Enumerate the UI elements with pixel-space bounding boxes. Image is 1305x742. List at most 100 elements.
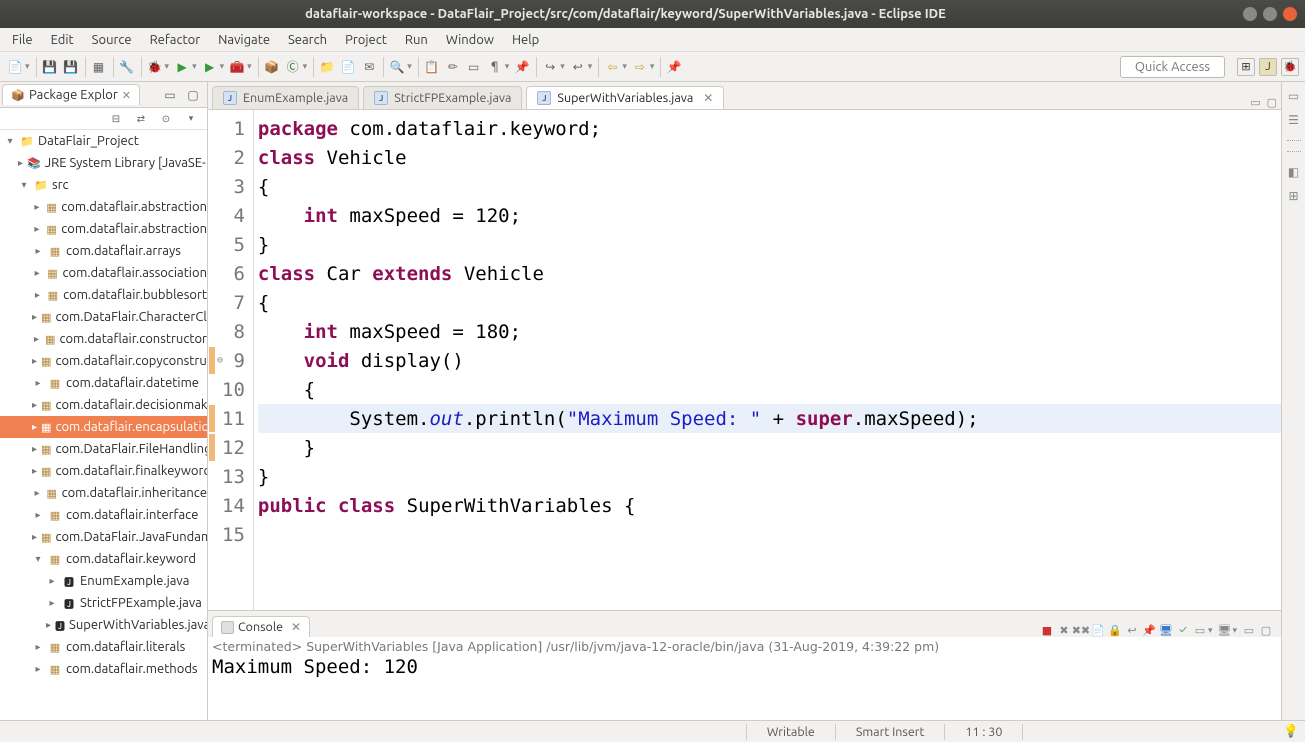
- terminate-icon[interactable]: ■: [1040, 623, 1054, 637]
- menu-run[interactable]: Run: [397, 31, 436, 49]
- external-tools-icon[interactable]: 🧰: [228, 58, 246, 76]
- new-folder-icon[interactable]: 📁: [318, 58, 336, 76]
- focus-icon[interactable]: ⊙: [157, 110, 175, 128]
- minimize-button[interactable]: [1243, 7, 1257, 21]
- tree-package[interactable]: ▸com.dataflair.interface: [0, 504, 207, 526]
- tree-package[interactable]: ▸com.dataflair.decisionmaking: [0, 394, 207, 416]
- package-explorer-tab[interactable]: 📦 Package Explor ✕: [2, 84, 140, 105]
- code-line[interactable]: class Vehicle: [258, 143, 1281, 172]
- java-perspective-button[interactable]: J: [1259, 58, 1277, 76]
- maximize-editor-icon[interactable]: ▢: [1267, 96, 1277, 109]
- tree-package[interactable]: ▸com.dataflair.datetime: [0, 372, 207, 394]
- tree-java-file[interactable]: ▸EnumExample.java: [0, 570, 207, 592]
- code-body[interactable]: package com.dataflair.keyword;class Vehi…: [254, 110, 1281, 610]
- console-dropdown-icon[interactable]: 🖥: [1217, 623, 1231, 637]
- code-line[interactable]: int maxSpeed = 120;: [258, 201, 1281, 230]
- tree-package[interactable]: ▸com.dataflair.bubblesort: [0, 284, 207, 306]
- toggle-breadcrumb-icon[interactable]: 📋: [423, 58, 441, 76]
- tree-package[interactable]: ▸com.dataflair.association: [0, 262, 207, 284]
- tree-jre[interactable]: ▸JRE System Library [JavaSE-12]: [0, 152, 207, 174]
- menu-refactor[interactable]: Refactor: [142, 31, 209, 49]
- remove-launch-icon[interactable]: ✖: [1057, 623, 1071, 637]
- menu-navigate[interactable]: Navigate: [210, 31, 278, 49]
- menu-search[interactable]: Search: [280, 31, 335, 49]
- run-icon[interactable]: ▶: [173, 58, 191, 76]
- code-line[interactable]: }: [258, 462, 1281, 491]
- tree-package[interactable]: ▸com.dataflair.constructor: [0, 328, 207, 350]
- tree-src[interactable]: ▾src: [0, 174, 207, 196]
- code-line[interactable]: [258, 520, 1281, 549]
- show-whitespace-icon[interactable]: ¶: [486, 58, 504, 76]
- display-icon[interactable]: 🖥: [1159, 623, 1173, 637]
- next-annotation-icon[interactable]: ↪: [541, 58, 559, 76]
- build-icon[interactable]: 🔧: [118, 58, 136, 76]
- close-button[interactable]: [1283, 7, 1297, 21]
- tree-package[interactable]: ▾com.dataflair.keyword: [0, 548, 207, 570]
- new-class-icon[interactable]: Ⓒ: [284, 58, 302, 76]
- scroll-lock-icon[interactable]: 🔒: [1108, 623, 1122, 637]
- console-tab[interactable]: Console ✕: [212, 616, 310, 637]
- close-console-icon[interactable]: ✕: [291, 620, 301, 634]
- forward-icon[interactable]: ⇨: [631, 58, 649, 76]
- link-editor-icon[interactable]: ⇄: [132, 110, 150, 128]
- remove-all-icon[interactable]: ✖✖: [1074, 623, 1088, 637]
- tree-package[interactable]: ▸com.dataflair.literals: [0, 636, 207, 658]
- new-console-icon[interactable]: ▭: [1193, 623, 1207, 637]
- back-icon[interactable]: ⇦: [603, 58, 621, 76]
- clear-console-icon[interactable]: 📄: [1091, 623, 1105, 637]
- code-line[interactable]: {: [258, 288, 1281, 317]
- code-line[interactable]: class Car extends Vehicle: [258, 259, 1281, 288]
- tab-superwithvariables[interactable]: J SuperWithVariables.java ✕: [526, 86, 724, 109]
- code-line[interactable]: public class SuperWithVariables {: [258, 491, 1281, 520]
- tree-package[interactable]: ▸com.dataflair.abstraction: [0, 196, 207, 218]
- quick-access-input[interactable]: Quick Access: [1120, 56, 1225, 78]
- debug-icon[interactable]: 🐞: [146, 58, 164, 76]
- close-icon[interactable]: ✕: [122, 89, 131, 102]
- toggle-mark-icon[interactable]: ✏: [444, 58, 462, 76]
- code-line[interactable]: {: [258, 375, 1281, 404]
- tab-enumexample[interactable]: J EnumExample.java: [212, 86, 359, 109]
- menu-file[interactable]: File: [4, 31, 41, 49]
- prev-annotation-icon[interactable]: ↩: [569, 58, 587, 76]
- min-console-icon[interactable]: ▭: [1242, 623, 1256, 637]
- menu-help[interactable]: Help: [504, 31, 547, 49]
- pin-icon[interactable]: 📌: [513, 58, 531, 76]
- tree-package[interactable]: ▸com.dataflair.copyconstructor: [0, 350, 207, 372]
- package-tree[interactable]: ▾DataFlair_Project▸JRE System Library [J…: [0, 130, 207, 720]
- new-annotation-icon[interactable]: ✉: [360, 58, 378, 76]
- toggle-block-icon[interactable]: ▭: [465, 58, 483, 76]
- hierarchy-icon[interactable]: ⊞: [1286, 188, 1302, 204]
- pin-console-icon[interactable]: 📌: [1142, 623, 1156, 637]
- tree-java-file[interactable]: ▸SuperWithVariables.java: [0, 614, 207, 636]
- task-list-icon[interactable]: ☰: [1286, 112, 1302, 128]
- close-tab-icon[interactable]: ✕: [703, 91, 713, 105]
- new-icon[interactable]: 📄: [6, 58, 24, 76]
- tree-package[interactable]: ▸com.dataflair.inheritance: [0, 482, 207, 504]
- code-line[interactable]: package com.dataflair.keyword;: [258, 114, 1281, 143]
- tree-package[interactable]: ▸com.dataflair.methods: [0, 658, 207, 680]
- outline-icon[interactable]: ◧: [1286, 164, 1302, 180]
- tree-java-file[interactable]: ▸StrictFPExample.java: [0, 592, 207, 614]
- console-body[interactable]: <terminated> SuperWithVariables [Java Ap…: [208, 637, 1281, 720]
- maximize-view-icon[interactable]: ▢: [184, 86, 202, 104]
- new-package-icon[interactable]: 📦: [263, 58, 281, 76]
- code-line[interactable]: {: [258, 172, 1281, 201]
- open-console-icon[interactable]: ✓: [1176, 623, 1190, 637]
- save-icon[interactable]: 💾: [41, 58, 59, 76]
- code-line[interactable]: System.out.println("Maximum Speed: " + s…: [258, 404, 1281, 433]
- open-perspective-button[interactable]: ⊞: [1237, 58, 1255, 76]
- collapse-all-icon[interactable]: ⊟: [107, 110, 125, 128]
- code-editor[interactable]: 123456789⊖101112131415 package com.dataf…: [208, 110, 1281, 610]
- menu-edit[interactable]: Edit: [43, 31, 82, 49]
- open-type-icon[interactable]: ▦: [90, 58, 108, 76]
- tree-package[interactable]: ▸com.dataflair.finalkeyword: [0, 460, 207, 482]
- tip-icon[interactable]: 💡: [1283, 724, 1299, 739]
- save-all-icon[interactable]: 💾: [62, 58, 80, 76]
- tree-package[interactable]: ▸com.DataFlair.FileHandling: [0, 438, 207, 460]
- code-line[interactable]: }: [258, 230, 1281, 259]
- word-wrap-icon[interactable]: ↩: [1125, 623, 1139, 637]
- minimize-view-icon[interactable]: ▭: [161, 86, 179, 104]
- maximize-button[interactable]: [1263, 7, 1277, 21]
- search-icon[interactable]: 🔍: [388, 58, 406, 76]
- coverage-icon[interactable]: ▶: [201, 58, 219, 76]
